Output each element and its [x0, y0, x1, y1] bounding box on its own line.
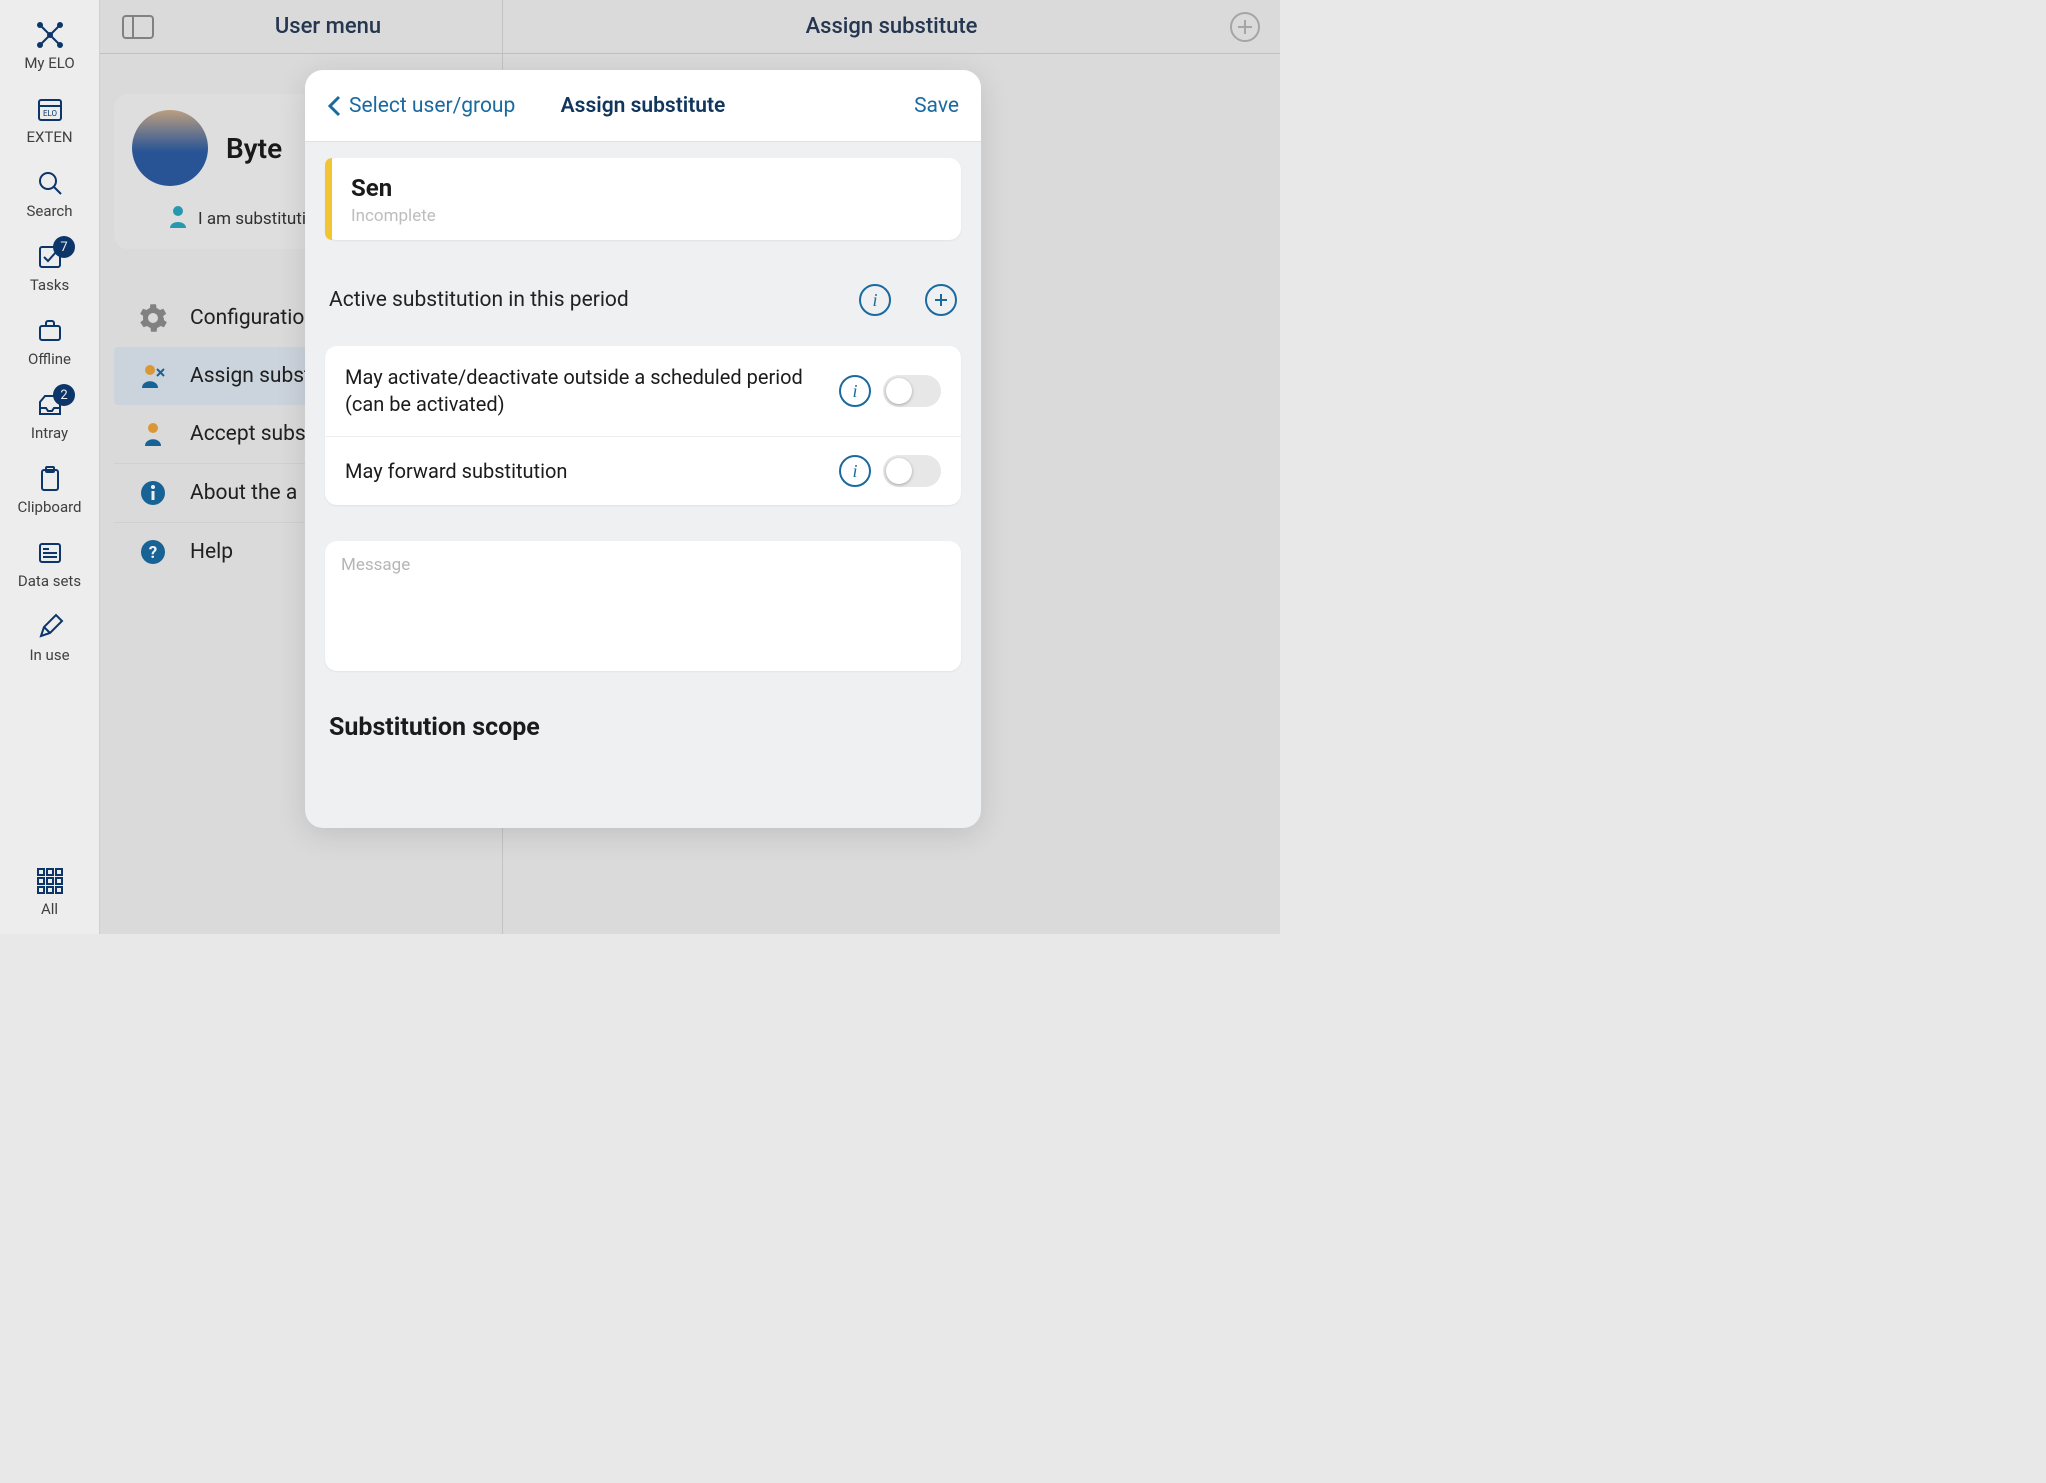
user-name: Byte — [226, 132, 282, 165]
nav-label: My ELO — [24, 54, 74, 72]
nav-exten[interactable]: ELO EXTEN — [0, 82, 99, 156]
info-icon — [138, 478, 168, 508]
nav-label: All — [41, 900, 58, 918]
sidebar-toggle-icon[interactable] — [122, 15, 154, 39]
message-card — [325, 541, 961, 671]
gear-icon — [138, 303, 168, 333]
nav-rail: My ELO ELO EXTEN Search 7 Tasks Offline … — [0, 0, 100, 934]
nav-offline[interactable]: Offline — [0, 304, 99, 378]
header-left: User menu — [100, 0, 503, 54]
back-button[interactable]: Select user/group — [327, 94, 515, 118]
activate-switch[interactable] — [883, 375, 941, 407]
forward-info-button[interactable]: i — [839, 455, 871, 487]
menu-label: About the a — [190, 481, 297, 505]
header-right: Assign substitute — [503, 0, 1280, 54]
nav-clipboard[interactable]: Clipboard — [0, 452, 99, 526]
nav-search[interactable]: Search — [0, 156, 99, 230]
svg-text:ELO: ELO — [42, 109, 57, 118]
help-icon: ? — [138, 537, 168, 567]
briefcase-icon — [33, 314, 67, 348]
page-title: Assign substitute — [503, 14, 1280, 39]
nav-label: Clipboard — [17, 498, 81, 516]
active-period-label: Active substitution in this period — [329, 288, 629, 312]
calendar-icon: ELO — [33, 92, 67, 126]
nav-label: EXTEN — [26, 128, 72, 146]
message-input[interactable] — [325, 541, 961, 671]
save-button[interactable]: Save — [914, 94, 959, 118]
selected-substitute-card[interactable]: Sen Incomplete — [325, 158, 961, 240]
nav-label: In use — [29, 646, 69, 664]
nav-label: Offline — [28, 350, 71, 368]
period-info-button[interactable]: i — [859, 284, 891, 316]
assign-substitute-modal: Select user/group Assign substitute Save… — [305, 70, 981, 828]
menu-label: Accept subs — [190, 422, 306, 446]
person-swap-icon — [138, 361, 168, 391]
user-menu-title: User menu — [154, 14, 502, 39]
scope-heading: Substitution scope — [305, 671, 981, 742]
active-period-row: Active substitution in this period i — [305, 240, 981, 336]
modal-body: Sen Incomplete Active substitution in th… — [305, 142, 981, 828]
clipboard-icon — [33, 462, 67, 496]
avatar — [132, 110, 208, 186]
nav-datasets[interactable]: Data sets — [0, 526, 99, 600]
modal-header: Select user/group Assign substitute Save — [305, 70, 981, 142]
form-icon — [33, 536, 67, 570]
nav-label: Search — [26, 202, 72, 220]
person-accept-icon — [138, 419, 168, 449]
nav-tasks[interactable]: 7 Tasks — [0, 230, 99, 304]
selected-status: Incomplete — [351, 206, 941, 226]
search-icon — [33, 166, 67, 200]
nav-intray[interactable]: 2 Intray — [0, 378, 99, 452]
intray-badge: 2 — [53, 384, 75, 406]
add-period-button[interactable] — [925, 284, 957, 316]
nav-my-elo[interactable]: My ELO — [0, 8, 99, 82]
pencil-icon — [33, 610, 67, 644]
menu-label: Configuratio — [190, 306, 304, 330]
nav-all[interactable]: All — [0, 854, 99, 934]
toggle-row-forward: May forward substitution i — [325, 436, 961, 505]
activate-info-button[interactable]: i — [839, 375, 871, 407]
substituting-text: I am substituti — [198, 209, 306, 229]
toggle-row-activate: May activate/deactivate outside a schedu… — [325, 346, 961, 436]
nav-label: Tasks — [30, 276, 69, 294]
svg-text:?: ? — [149, 543, 157, 563]
forward-switch[interactable] — [883, 455, 941, 487]
grid-icon — [33, 864, 67, 898]
nav-inuse[interactable]: In use — [0, 600, 99, 674]
nav-label: Data sets — [18, 572, 81, 590]
network-icon — [33, 18, 67, 52]
nav-label: Intray — [31, 424, 68, 442]
toggle-label: May forward substitution — [345, 458, 827, 485]
back-label: Select user/group — [349, 94, 515, 118]
selected-name: Sen — [351, 174, 941, 202]
tasks-badge: 7 — [53, 236, 75, 258]
menu-label: Help — [190, 540, 233, 564]
toggle-card: May activate/deactivate outside a schedu… — [325, 346, 961, 505]
toggle-label: May activate/deactivate outside a schedu… — [345, 364, 827, 418]
menu-label: Assign subst — [190, 364, 311, 388]
person-icon — [168, 204, 188, 233]
add-button[interactable] — [1230, 12, 1260, 42]
